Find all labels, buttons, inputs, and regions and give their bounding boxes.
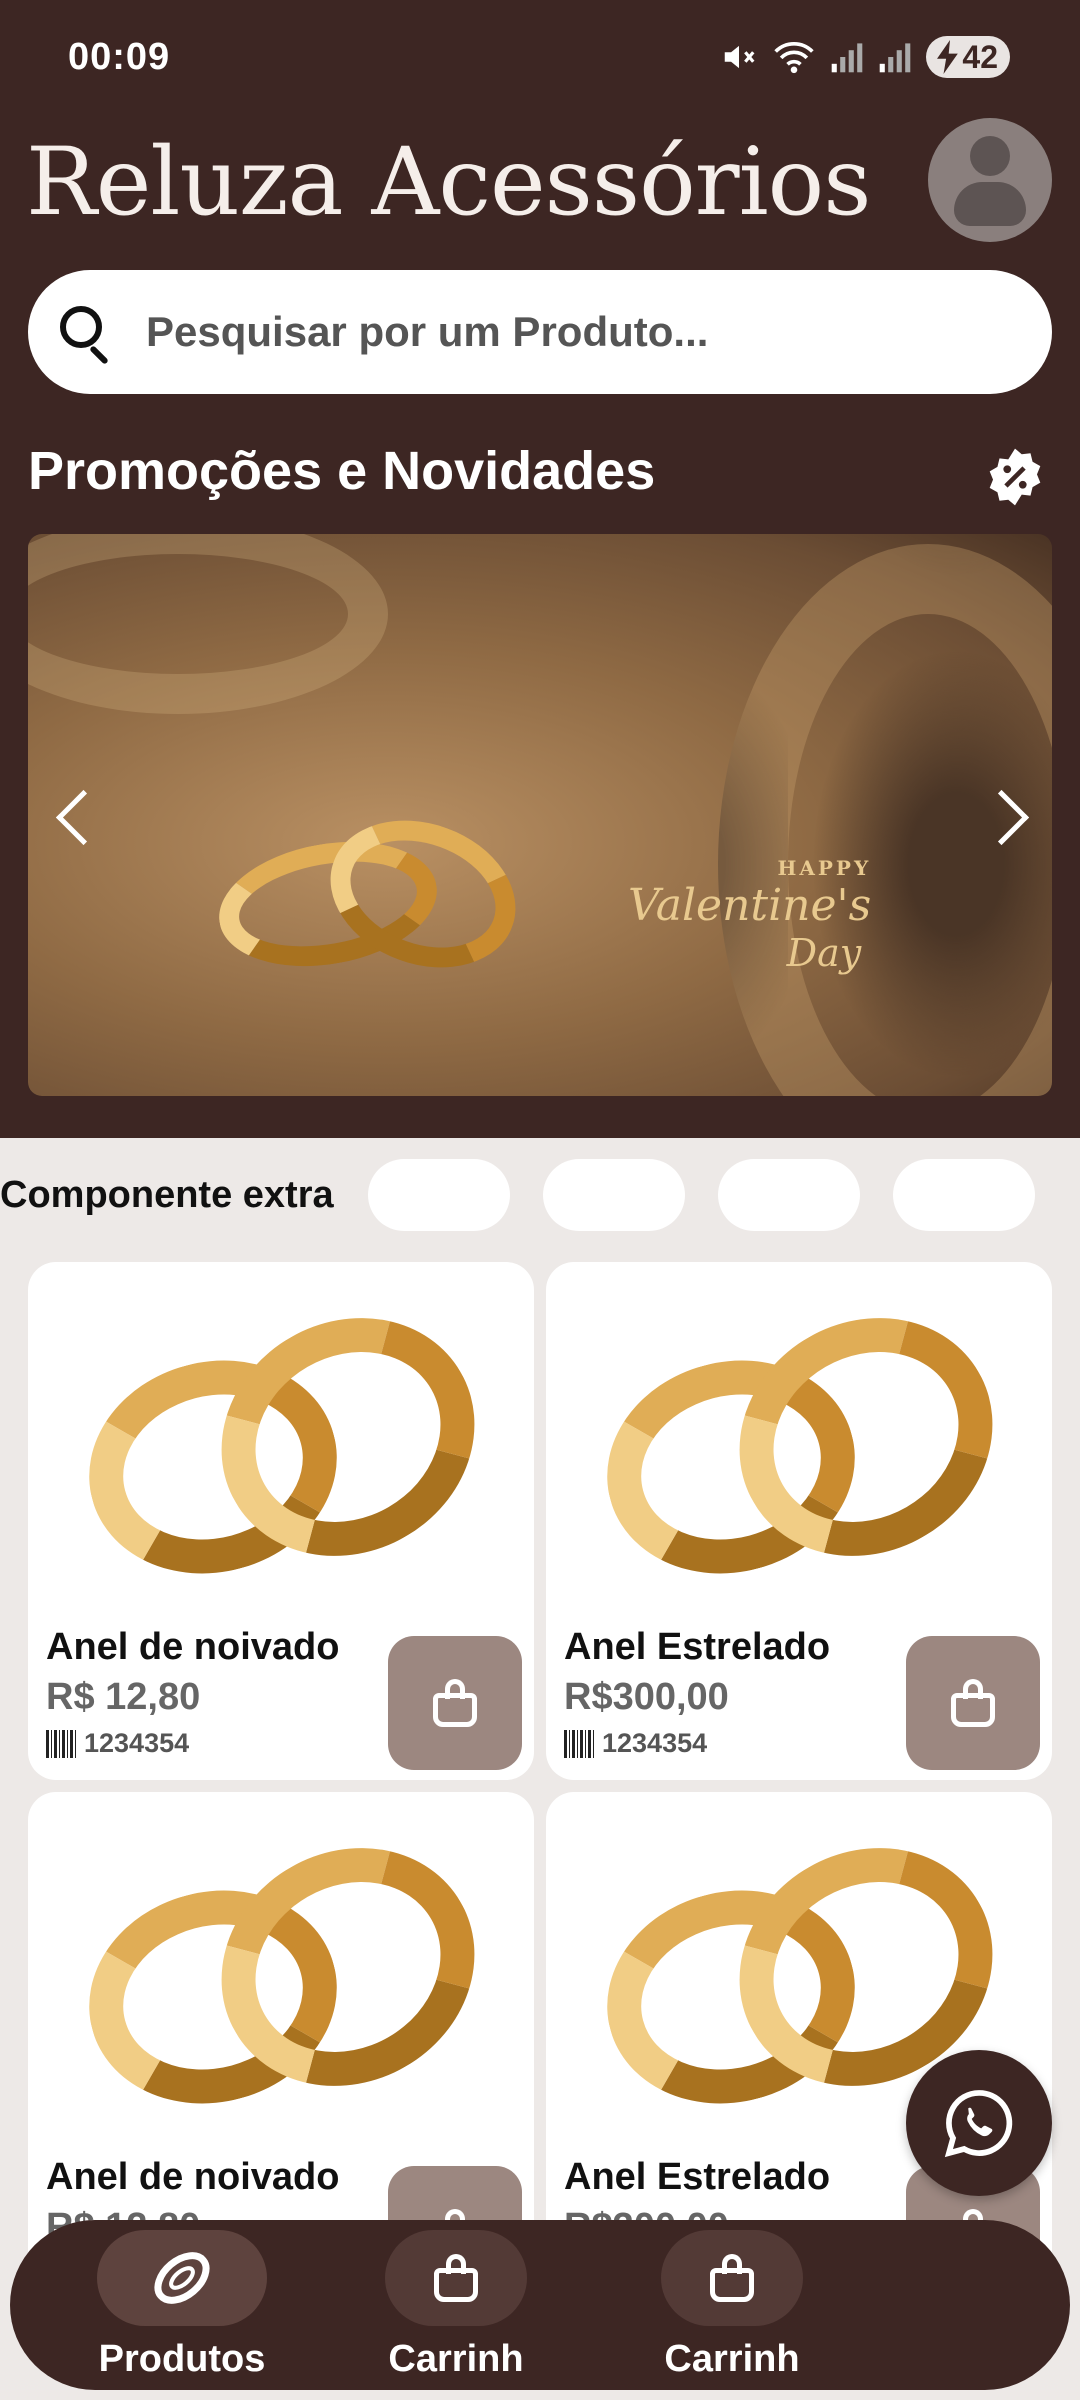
app-title: Reluza Acessórios [26,128,872,237]
product-image [65,1802,519,2132]
avatar-head [970,136,1010,176]
product-code: 1234354 [46,1728,189,1759]
status-icons: 42 [720,36,1010,78]
bag-icon [431,1679,479,1727]
banner-line2: Valentine's [628,880,872,931]
avatar-body [954,182,1026,226]
add-to-cart-button[interactable] [388,1636,522,1770]
product-card[interactable]: Anel Estrelado R$300,00 1234354 [546,1262,1052,1780]
promotions-title: Promoções e Novidades [28,441,656,501]
mute-icon [725,45,755,69]
bag-icon [708,2254,756,2302]
promo-carousel[interactable]: HAPPY Valentine's Day [28,534,1052,1096]
decor-ring [28,534,388,714]
battery-indicator: 42 [926,36,1010,78]
barcode-icon [564,1729,596,1758]
product-card[interactable]: Anel de noivado R$ 12,80 1234354 [28,1262,534,1780]
search-icon [56,302,116,365]
product-name: Anel Estrelado [564,1626,831,1668]
ring-icon [154,2252,210,2304]
discount-badge-icon[interactable] [984,446,1046,508]
product-code-value: 1234354 [602,1728,708,1758]
product-name: Anel de noivado [46,2156,340,2198]
filter-chip[interactable] [717,1159,860,1231]
product-code: 1234354 [564,1728,707,1759]
wifi-icon [774,41,815,74]
status-bar: 00:09 42 [0,0,1080,118]
nav-label: Carrinh [664,2338,800,2380]
chevron-left-icon[interactable] [52,786,92,846]
search-input[interactable] [146,308,996,356]
product-name: Anel de noivado [46,1626,340,1668]
status-time: 00:09 [68,36,171,78]
filter-chip[interactable] [367,1159,510,1231]
banner-line3: Day [786,931,862,975]
signal-icon [832,43,863,73]
bag-icon [949,1679,997,1727]
nav-item-produtos[interactable]: Produtos [82,2230,282,2381]
product-price: R$300,00 [564,1676,729,1718]
whatsapp-icon [944,2090,1013,2158]
charging-icon [937,40,958,74]
nav-pill [385,2230,527,2326]
whatsapp-button[interactable] [906,2050,1052,2196]
product-code-value: 1234354 [84,1728,190,1758]
nav-label: Produtos [98,2338,266,2380]
search-bar[interactable] [28,270,1052,394]
filter-label: Componente extra [0,1173,334,1216]
product-price: R$ 12,80 [46,1676,201,1718]
banner-line1: HAPPY [777,856,872,880]
signal-icon-2 [880,43,911,73]
nav-item-carrinho-2[interactable]: Carrinh [632,2230,832,2381]
filter-chip[interactable] [892,1159,1035,1231]
product-name: Anel Estrelado [564,2156,831,2198]
profile-avatar[interactable] [928,118,1052,242]
add-to-cart-button[interactable] [906,1636,1040,1770]
nav-label: Carrinh [388,2338,524,2380]
filter-chip[interactable] [542,1159,685,1231]
banner-text: HAPPY Valentine's Day [628,856,871,975]
bottom-navigation: Produtos Carrinh Carrinh [10,2220,1070,2390]
barcode-icon [46,1729,78,1758]
product-image [583,1272,1037,1602]
bag-icon [432,2254,480,2302]
nav-pill [97,2230,267,2326]
filter-row: Componente extra [0,1158,1080,1232]
nav-pill [661,2230,803,2326]
battery-level: 42 [962,38,998,75]
nav-item-carrinho[interactable]: Carrinh [356,2230,556,2381]
product-image [65,1272,519,1602]
chevron-right-icon[interactable] [986,786,1026,846]
gold-ring-image [309,795,537,993]
